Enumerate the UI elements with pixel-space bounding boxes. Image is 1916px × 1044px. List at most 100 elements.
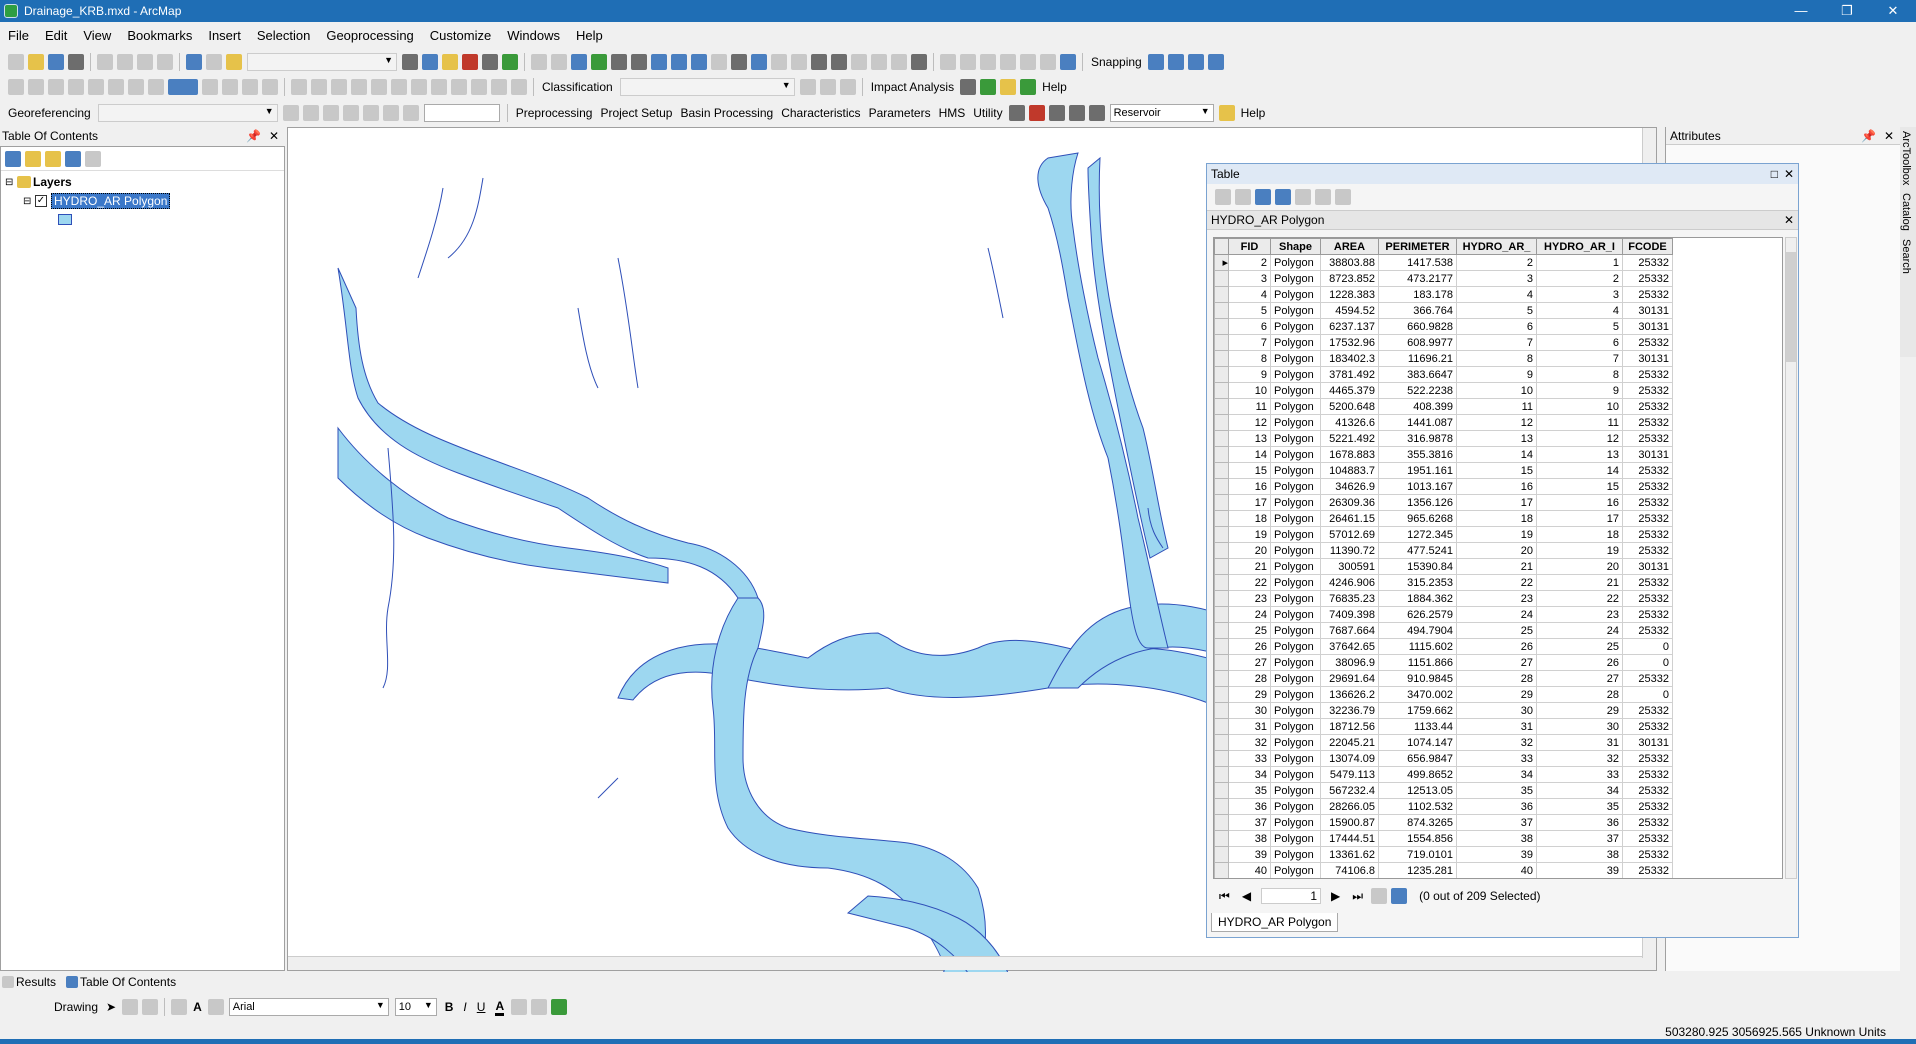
- table-row[interactable]: 35 Polygon 567232.4 12513.05 35 34 25332: [1214, 782, 1673, 799]
- hyperlink-icon[interactable]: [791, 53, 807, 70]
- row-selector[interactable]: [1214, 846, 1229, 863]
- row-selector[interactable]: [1214, 414, 1229, 431]
- table-cell[interactable]: 30: [1456, 702, 1537, 719]
- bold-button[interactable]: B: [445, 1000, 454, 1014]
- row-selector[interactable]: [1214, 814, 1229, 831]
- table-cell[interactable]: 15: [1228, 462, 1271, 479]
- edit-vertices-icon[interactable]: [207, 999, 224, 1015]
- toc-tab[interactable]: Table Of Contents: [80, 975, 176, 989]
- table-cell[interactable]: 25332: [1622, 862, 1673, 878]
- layout-zoom-out-icon[interactable]: [28, 78, 44, 95]
- table-row[interactable]: 25 Polygon 7687.664 494.7904 25 24 25332: [1214, 622, 1673, 639]
- table-cell[interactable]: 25332: [1622, 702, 1673, 719]
- table-cell[interactable]: 2: [1536, 270, 1623, 287]
- table-cell[interactable]: 26: [1228, 638, 1271, 655]
- table-cell[interactable]: 22: [1456, 574, 1537, 591]
- table-cell[interactable]: 608.9977: [1378, 334, 1457, 351]
- table-cell[interactable]: 1235.281: [1378, 862, 1457, 878]
- table-cell[interactable]: 1: [1536, 254, 1623, 271]
- map-scale-combo[interactable]: ▼: [247, 52, 397, 71]
- row-selector[interactable]: [1214, 350, 1229, 367]
- table-cell[interactable]: Polygon: [1270, 366, 1321, 383]
- table-cell[interactable]: 719.0101: [1378, 846, 1457, 863]
- table-cell[interactable]: 34: [1228, 766, 1271, 783]
- table-cell[interactable]: Polygon: [1270, 862, 1321, 878]
- table-cell[interactable]: 32: [1536, 750, 1623, 767]
- table-cell[interactable]: 38: [1536, 846, 1623, 863]
- table-cell[interactable]: 366.764: [1378, 302, 1457, 319]
- table-cell[interactable]: 6: [1536, 334, 1623, 351]
- table-cell[interactable]: 522.2238: [1378, 382, 1457, 399]
- close-icon[interactable]: ✕: [1870, 0, 1916, 22]
- parameters-menu[interactable]: Parameters: [869, 106, 931, 120]
- table-cell[interactable]: 23: [1228, 590, 1271, 607]
- table-cell[interactable]: 383.6647: [1378, 366, 1457, 383]
- table-cell[interactable]: 11: [1456, 398, 1537, 415]
- snapping-menu[interactable]: Snapping: [1091, 55, 1142, 69]
- table-cell[interactable]: 25332: [1622, 254, 1673, 271]
- table-row[interactable]: 39 Polygon 13361.62 719.0101 39 38 25332: [1214, 846, 1673, 863]
- table-cell[interactable]: 12: [1456, 414, 1537, 431]
- draw-tool-11-icon[interactable]: [491, 78, 507, 95]
- layer-symbol-swatch[interactable]: [58, 214, 72, 225]
- zoom-out-icon[interactable]: [551, 53, 567, 70]
- toc-options-icon[interactable]: [85, 150, 101, 167]
- table-cell[interactable]: 35: [1456, 782, 1537, 799]
- table-cell[interactable]: 23: [1456, 590, 1537, 607]
- hydro-tool-5-icon[interactable]: [1088, 104, 1105, 121]
- first-record-icon[interactable]: ⏮: [1219, 889, 1230, 904]
- table-cell[interactable]: Polygon: [1270, 254, 1321, 271]
- table-cell[interactable]: Polygon: [1270, 398, 1321, 415]
- row-selector[interactable]: [1214, 430, 1229, 447]
- menu-edit[interactable]: Edit: [37, 28, 75, 43]
- table-cell[interactable]: 660.9828: [1378, 318, 1457, 335]
- table-cell[interactable]: 2: [1228, 254, 1271, 271]
- table-cell[interactable]: Polygon: [1270, 830, 1321, 847]
- impact-analysis-menu[interactable]: Impact Analysis: [871, 80, 954, 94]
- table-cell[interactable]: Polygon: [1270, 718, 1321, 735]
- related-tables-icon[interactable]: [1235, 189, 1251, 205]
- layout-zoom-in-icon[interactable]: [8, 78, 24, 95]
- table-cell[interactable]: 21: [1228, 558, 1271, 575]
- table-cell[interactable]: 37: [1536, 830, 1623, 847]
- table-row[interactable]: 10 Polygon 4465.379 522.2238 10 9 25332: [1214, 382, 1673, 399]
- georef-tool-2-icon[interactable]: [302, 104, 319, 121]
- table-cell[interactable]: 29: [1456, 686, 1537, 703]
- table-cell[interactable]: 656.9847: [1378, 750, 1457, 767]
- table-cell[interactable]: 7: [1456, 334, 1537, 351]
- table-cell[interactable]: 4: [1228, 286, 1271, 303]
- hydro-tool-4-icon[interactable]: [1068, 104, 1085, 121]
- arctoolbox-tab[interactable]: ArcToolbox: [1900, 127, 1912, 189]
- draw-tool-3-icon[interactable]: [331, 78, 347, 95]
- table-vertical-scrollbar[interactable]: [1785, 237, 1797, 879]
- table-cell[interactable]: 21: [1536, 574, 1623, 591]
- row-selector[interactable]: [1214, 494, 1229, 511]
- identify-icon[interactable]: [751, 53, 767, 70]
- cut-icon[interactable]: [97, 53, 113, 70]
- row-selector[interactable]: [1214, 478, 1229, 495]
- collapse-icon[interactable]: ⊟: [5, 177, 15, 188]
- table-cell[interactable]: 499.8652: [1378, 766, 1457, 783]
- zoom-100-icon[interactable]: [88, 78, 104, 95]
- split-tool-icon[interactable]: [1000, 53, 1016, 70]
- table-cell[interactable]: 11: [1536, 414, 1623, 431]
- table-cell[interactable]: 5: [1536, 318, 1623, 335]
- html-popup-icon[interactable]: [771, 53, 787, 70]
- table-cell[interactable]: Polygon: [1270, 686, 1321, 703]
- draw-tool-8-icon[interactable]: [431, 78, 447, 95]
- draw-tool-5-icon[interactable]: [371, 78, 387, 95]
- column-header[interactable]: AREA: [1320, 238, 1379, 255]
- table-cell[interactable]: 13361.62: [1320, 846, 1379, 863]
- full-extent-icon[interactable]: [591, 53, 607, 70]
- draw-tool-7-icon[interactable]: [411, 78, 427, 95]
- table-row[interactable]: 24 Polygon 7409.398 626.2579 24 23 25332: [1214, 606, 1673, 623]
- clear-selection-icon[interactable]: [711, 53, 727, 70]
- table-cell[interactable]: 965.6268: [1378, 510, 1457, 527]
- table-row[interactable]: 4 Polygon 1228.383 183.178 4 3 25332: [1214, 286, 1673, 303]
- list-by-visibility-icon[interactable]: [45, 150, 61, 167]
- table-cell[interactable]: 7: [1536, 350, 1623, 367]
- zoom-percent-field[interactable]: [168, 78, 198, 95]
- table-cell[interactable]: 25332: [1622, 510, 1673, 527]
- table-cell[interactable]: 104883.7: [1320, 462, 1379, 479]
- table-cell[interactable]: Polygon: [1270, 750, 1321, 767]
